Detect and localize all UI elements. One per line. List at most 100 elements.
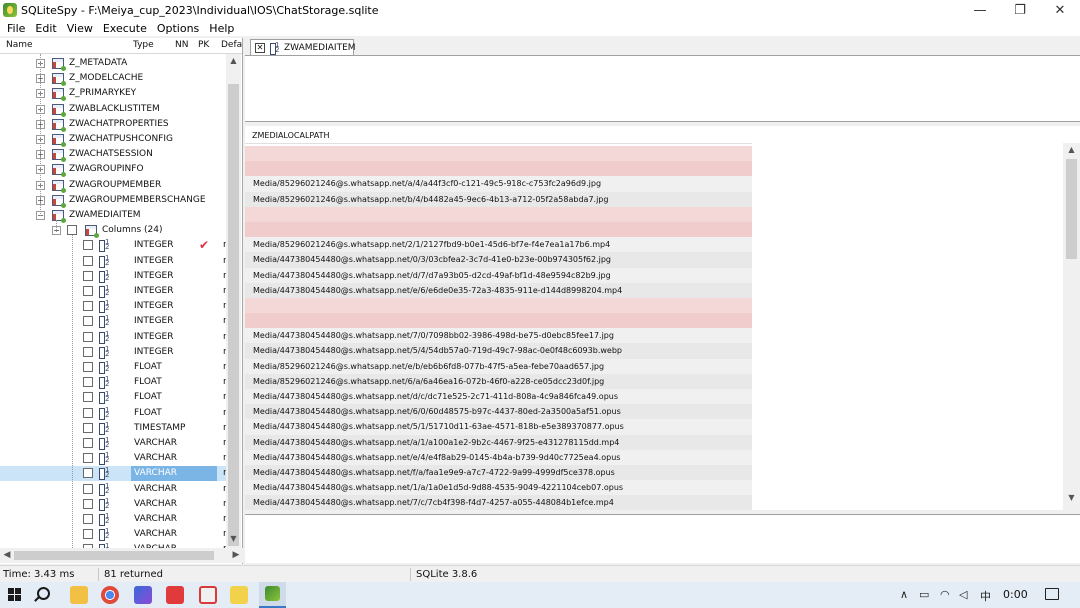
scroll-right-arrow-icon[interactable]: ▶ (229, 548, 243, 563)
grid-cell[interactable] (245, 221, 752, 238)
checkbox[interactable] (83, 255, 93, 266)
grid-cell[interactable]: Media/85296021246@s.whatsapp.net/a/4/a44… (245, 176, 752, 192)
search-icon[interactable] (37, 587, 50, 600)
menu-help[interactable]: Help (204, 22, 239, 35)
sql-query-editor[interactable] (245, 55, 1080, 122)
grid-cell[interactable]: Media/447380454480@s.whatsapp.net/f/a/fa… (245, 464, 752, 481)
header-default[interactable]: Defa (221, 40, 242, 50)
scroll-left-arrow-icon[interactable]: ◀ (0, 548, 14, 563)
tree-column-row[interactable]: 12INTEGERr (0, 284, 226, 299)
tree-table-row[interactable]: + ZWAGROUPMEMBER (0, 178, 226, 193)
checkbox[interactable] (83, 422, 93, 433)
restore-button[interactable]: ❐ (1000, 0, 1040, 20)
tree-column-row[interactable]: 12INTEGERr✔ (0, 238, 226, 253)
grid-column-header[interactable]: ZMEDIALOCALPATH (245, 126, 752, 144)
file-explorer-icon[interactable] (70, 586, 88, 604)
checkbox[interactable] (83, 346, 93, 357)
tree-table-row[interactable]: + ZWAGROUPINFO (0, 162, 226, 178)
grid-cell[interactable]: Media/447380454480@s.whatsapp.net/5/1/51… (245, 419, 752, 435)
app-icon[interactable] (134, 586, 152, 604)
tree-column-row[interactable]: 12INTEGERr (0, 314, 226, 329)
header-nn[interactable]: NN (175, 40, 188, 50)
checkbox[interactable] (83, 392, 93, 403)
checkbox[interactable] (83, 377, 93, 388)
close-button[interactable]: ✕ (1040, 0, 1080, 20)
clock[interactable]: 0:00 (1003, 588, 1028, 601)
tree-column-row[interactable]: 12INTEGERr (0, 269, 226, 284)
tree-column-row[interactable]: 12VARCHARr (0, 466, 226, 482)
tree-table-row[interactable]: + ZWACHATPROPERTIES (0, 117, 226, 132)
scrollbar-thumb[interactable] (1066, 159, 1077, 259)
tree-column-row[interactable]: 12INTEGERr (0, 254, 226, 269)
grid-vertical-scrollbar[interactable]: ▲ ▼ (1063, 143, 1080, 510)
grid-cell[interactable]: Media/85296021246@s.whatsapp.net/6/a/6a4… (245, 373, 752, 389)
tree-horizontal-scrollbar[interactable]: ◀ ▶ (0, 548, 243, 563)
checkbox[interactable] (83, 453, 93, 464)
tree-column-row[interactable]: 12FLOATr (0, 360, 226, 375)
schema-tree[interactable]: + Z_METADATA + Z_MODELCACHE + Z_PRIMARYKEY + ZW… (0, 54, 226, 549)
wps-icon[interactable] (166, 586, 184, 604)
checkbox[interactable] (83, 270, 93, 281)
menu-options[interactable]: Options (152, 22, 204, 35)
tree-column-row[interactable]: 12VARCHARr (0, 436, 226, 451)
checkbox[interactable] (83, 483, 93, 494)
tree-columns-row[interactable]: − Columns (24) (0, 223, 226, 239)
scroll-down-arrow-icon[interactable]: ▼ (226, 534, 241, 548)
tray-overflow-icon[interactable]: ∧ (900, 588, 908, 601)
grid-cell[interactable]: Media/447380454480@s.whatsapp.net/e/6/e6… (245, 282, 752, 298)
grid-cell[interactable] (245, 161, 752, 177)
checkbox[interactable] (83, 438, 93, 448)
checkbox[interactable] (83, 301, 93, 312)
tree-table-row[interactable]: + ZWACHATPUSHCONFIG (0, 132, 226, 147)
grid-cell[interactable]: Media/447380454480@s.whatsapp.net/7/0/70… (245, 328, 752, 344)
grid-cell[interactable]: Media/447380454480@s.whatsapp.net/d/7/d7… (245, 267, 752, 283)
tree-column-row[interactable]: 12VARCHARr (0, 512, 226, 527)
battery-icon[interactable]: ▭ (919, 588, 929, 601)
tree-column-row[interactable]: 12VARCHARr (0, 527, 226, 542)
grid-cell[interactable] (245, 146, 752, 162)
tree-table-row[interactable]: − ZWAMEDIAITEM (0, 208, 226, 223)
tree-column-row[interactable]: 12FLOATr (0, 390, 226, 405)
volume-icon[interactable]: ◁ (959, 588, 967, 601)
grid-cell[interactable]: Media/447380454480@s.whatsapp.net/6/0/60… (245, 404, 752, 420)
menu-edit[interactable]: Edit (30, 22, 61, 35)
grid-cell[interactable] (245, 313, 752, 329)
scroll-up-arrow-icon[interactable]: ▲ (1063, 145, 1080, 159)
tree-column-row[interactable]: 12INTEGERr (0, 330, 226, 345)
tree-column-row[interactable]: 12FLOATr (0, 375, 226, 390)
tree-table-row[interactable]: + ZWACHATSESSION (0, 147, 226, 163)
checkbox[interactable] (83, 316, 93, 327)
tree-table-row[interactable]: + ZWABLACKLISTITEM (0, 102, 226, 117)
header-pk[interactable]: PK (198, 40, 209, 50)
close-tab-icon[interactable]: ✕ (255, 43, 265, 53)
chrome-icon[interactable] (101, 586, 119, 604)
header-type[interactable]: Type (133, 40, 154, 50)
tree-column-row[interactable]: 12INTEGERr (0, 299, 226, 314)
grid-cell[interactable]: Media/447380454480@s.whatsapp.net/0/3/03… (245, 252, 752, 268)
notes-icon[interactable] (230, 586, 248, 604)
tree-column-row[interactable]: 12VARCHARr (0, 497, 226, 512)
wifi-icon[interactable]: ◠ (940, 588, 950, 601)
checkbox[interactable] (83, 529, 93, 540)
windows-start-icon[interactable] (8, 588, 22, 602)
app-icon[interactable] (199, 586, 217, 604)
grid-cell[interactable]: Media/447380454480@s.whatsapp.net/1/a/1a… (245, 480, 752, 496)
sqlitespy-taskbar-icon[interactable] (259, 582, 286, 608)
tree-table-row[interactable]: + Z_MODELCACHE (0, 71, 226, 87)
checkbox[interactable] (83, 240, 93, 251)
grid-cell[interactable]: Media/85296021246@s.whatsapp.net/b/4/b44… (245, 191, 752, 207)
grid-cell[interactable]: Media/447380454480@s.whatsapp.net/a/1/a1… (245, 434, 752, 450)
grid-cell[interactable]: Media/85296021246@s.whatsapp.net/e/b/eb6… (245, 358, 752, 374)
checkbox[interactable] (83, 286, 93, 296)
minimize-button[interactable]: — (960, 0, 1000, 20)
menu-execute[interactable]: Execute (98, 22, 152, 35)
grid-cell[interactable]: Media/85296021246@s.whatsapp.net/2/1/212… (245, 237, 752, 253)
grid-cell[interactable]: Media/447380454480@s.whatsapp.net/5/4/54… (245, 343, 752, 359)
tree-column-row[interactable]: 12INTEGERr (0, 345, 226, 360)
tree-column-row[interactable]: 12TIMESTAMPr (0, 421, 226, 436)
tree-column-row[interactable]: 12VARCHARr (0, 482, 226, 497)
tree-column-row[interactable]: 12VARCHARr (0, 451, 226, 466)
menu-view[interactable]: View (62, 22, 98, 35)
ime-indicator[interactable]: 中 (980, 588, 991, 604)
checkbox[interactable] (83, 407, 93, 418)
